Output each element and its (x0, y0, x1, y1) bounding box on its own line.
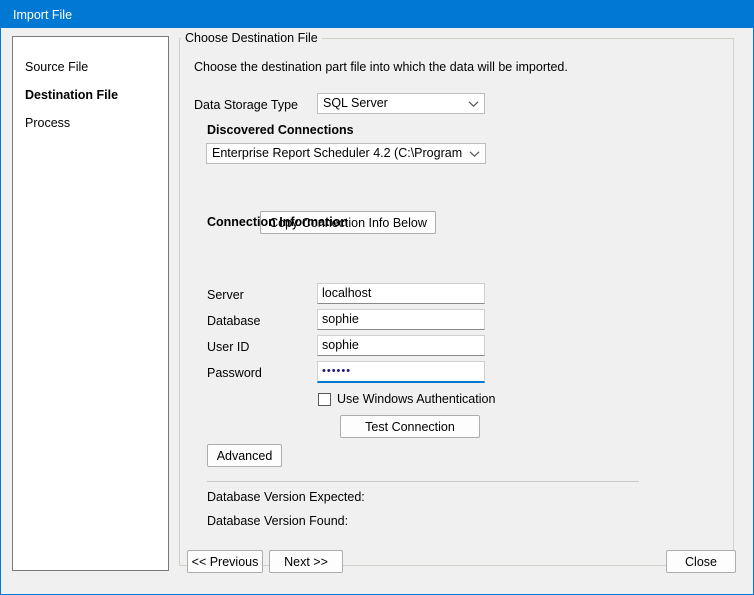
data-storage-type-value: SQL Server (323, 96, 388, 110)
use-windows-authentication-checkbox[interactable]: Use Windows Authentication (318, 392, 495, 406)
advanced-button[interactable]: Advanced (207, 444, 282, 467)
sidebar-item-process[interactable]: Process (13, 109, 168, 137)
database-label: Database (207, 314, 261, 328)
sidebar-item-label: Process (25, 116, 71, 130)
data-storage-type-label: Data Storage Type (194, 98, 299, 112)
window-titlebar: Import File (1, 1, 753, 28)
sidebar-item-label: Destination File (25, 88, 119, 102)
discovered-connections-select[interactable]: Enterprise Report Scheduler 4.2 (C:\Prog… (206, 143, 486, 164)
database-input[interactable]: sophie (317, 309, 485, 330)
connection-information-heading: Connection Information (207, 215, 348, 229)
window-title: Import File (13, 7, 73, 22)
discovered-connections-value: Enterprise Report Scheduler 4.2 (C:\Prog… (212, 146, 465, 160)
dialog-footer: << Previous Next >> Close (1, 542, 753, 594)
dialog-body: Source File Destination File Process Cho… (1, 28, 753, 594)
next-button[interactable]: Next >> (269, 550, 343, 573)
chevron-down-icon (464, 100, 482, 108)
sidebar-item-label: Source File (25, 60, 89, 74)
user-id-label: User ID (207, 340, 250, 354)
discovered-connections-heading: Discovered Connections (207, 123, 354, 137)
server-input[interactable]: localhost (317, 283, 485, 304)
data-storage-type-select[interactable]: SQL Server (317, 93, 485, 114)
section-divider (207, 481, 639, 482)
chevron-down-icon (465, 150, 483, 158)
server-label: Server (207, 288, 244, 302)
destination-description: Choose the destination part file into wh… (194, 60, 568, 74)
close-button[interactable]: Close (666, 550, 736, 573)
use-windows-authentication-label: Use Windows Authentication (337, 392, 496, 406)
password-label: Password (207, 366, 262, 380)
destination-content: Choose the destination part file into wh… (179, 38, 734, 566)
wizard-step-nav: Source File Destination File Process (12, 36, 169, 571)
user-id-input[interactable]: sophie (317, 335, 485, 356)
checkbox-box (318, 392, 331, 406)
sidebar-item-source-file[interactable]: Source File (13, 53, 168, 81)
password-input[interactable]: •••••• (317, 361, 485, 383)
import-file-window: Import File Source File Destination File… (0, 0, 754, 595)
previous-button[interactable]: << Previous (187, 550, 263, 573)
database-version-expected-label: Database Version Expected: (207, 490, 365, 504)
test-connection-button[interactable]: Test Connection (340, 415, 480, 438)
database-version-found-label: Database Version Found: (207, 514, 349, 528)
sidebar-item-destination-file[interactable]: Destination File (13, 81, 168, 109)
